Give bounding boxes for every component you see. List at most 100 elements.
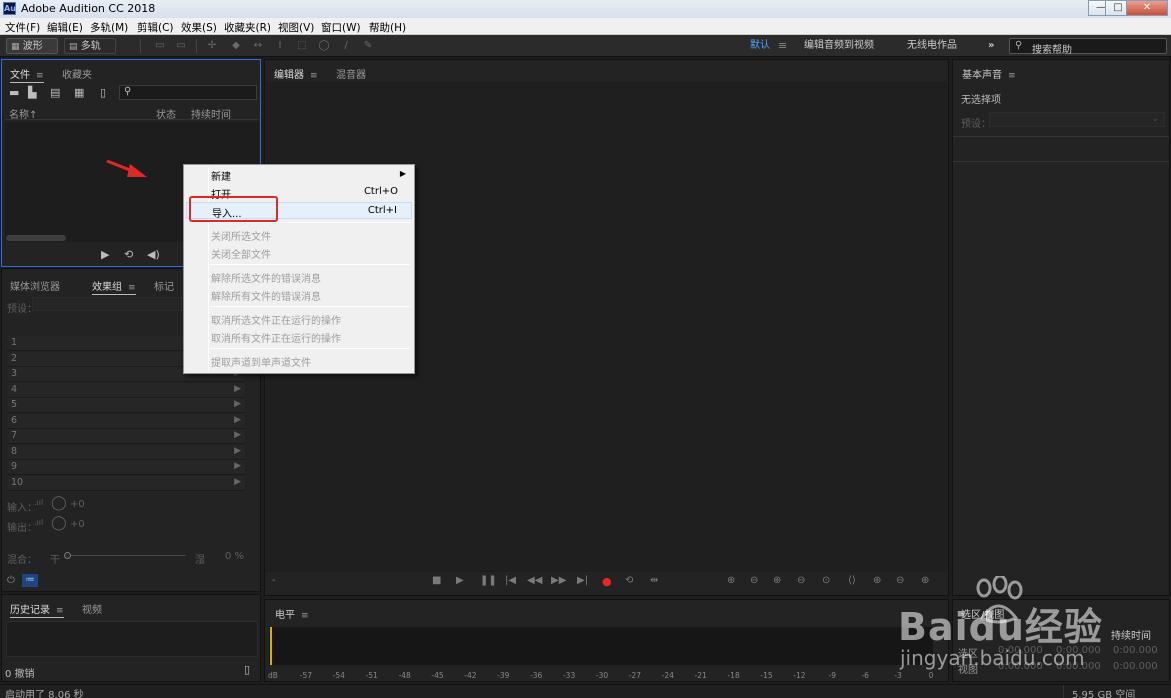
level-tick: -30 xyxy=(595,671,609,680)
rack-slot-8[interactable]: 8 ▶ xyxy=(7,444,245,460)
stop-icon[interactable]: ■ xyxy=(432,575,441,586)
rack-list-toggle-icon[interactable]: ≔ xyxy=(22,574,38,587)
import-file-icon[interactable]: ▙ xyxy=(28,87,36,99)
input-gain-value: +0 xyxy=(70,499,85,510)
auto-play-icon[interactable]: ◀) xyxy=(147,249,160,261)
view-start[interactable]: 0:00.000 xyxy=(998,661,1043,672)
zoom-playhead-icon[interactable]: ⊙ xyxy=(822,575,830,586)
tab-levels[interactable]: 电平 ≡ xyxy=(275,606,309,621)
sound-preset-label: 预设： xyxy=(961,119,991,130)
new-file-icon[interactable]: ▤ xyxy=(50,87,60,99)
time-display: - xyxy=(272,575,276,586)
menu-item-new[interactable]: 新建 ▶ xyxy=(186,166,412,183)
play-icon[interactable]: ▶ xyxy=(456,575,464,586)
tab-markers[interactable]: 标记 xyxy=(154,278,174,293)
waveform-view-button[interactable]: ▦ 波形 xyxy=(6,38,58,54)
rack-slot-9[interactable]: 9 ▶ xyxy=(7,460,245,475)
workspace-default[interactable]: 默认 xyxy=(750,38,770,54)
level-tick: -51 xyxy=(365,671,378,680)
tab-history[interactable]: 历史记录 ≡ xyxy=(10,601,64,618)
rack-slot-7[interactable]: 7 ▶ xyxy=(7,429,245,444)
history-list[interactable] xyxy=(6,621,258,657)
zoom-out-time-icon[interactable]: ⊖ xyxy=(797,575,805,586)
spectral-frequency-icon[interactable]: ▭ xyxy=(154,40,166,52)
zoom-right-edge-icon[interactable]: ⊕ xyxy=(921,575,929,586)
skip-selection-icon[interactable]: ⇹ xyxy=(650,575,658,586)
tab-mixer[interactable]: 混音器 xyxy=(336,66,366,81)
rack-slot-10[interactable]: 10 ▶ xyxy=(7,475,245,491)
loop-playback-icon[interactable]: ⟲ xyxy=(625,575,633,586)
workspace-menu-icon[interactable]: ≡ xyxy=(778,38,787,54)
view-duration[interactable]: 0:00.000 xyxy=(1113,661,1158,672)
column-status[interactable]: 状态 xyxy=(156,106,176,121)
rack-slot-4[interactable]: 4 ▶ xyxy=(7,382,245,398)
more-workspaces-button[interactable]: » xyxy=(988,38,994,54)
menu-multitrack[interactable]: 多轨(M) xyxy=(90,20,128,35)
input-gain-knob[interactable]: ◯ xyxy=(51,495,67,511)
spectral-pitch-icon[interactable]: ▭ xyxy=(175,40,187,52)
tab-video[interactable]: 视频 xyxy=(82,601,102,616)
loop-preview-icon[interactable]: ⟲ xyxy=(124,249,133,261)
tab-favorites[interactable]: 收藏夹 xyxy=(62,66,92,81)
close-icon[interactable]: ✕ xyxy=(1126,0,1168,16)
files-filter-input[interactable]: ⚲ xyxy=(119,85,257,100)
menu-clip[interactable]: 剪辑(C) xyxy=(137,20,174,35)
column-duration[interactable]: 持续时间 xyxy=(191,106,231,121)
menu-help[interactable]: 帮助(H) xyxy=(369,20,406,35)
record-icon[interactable]: ● xyxy=(602,575,612,588)
marquee-tool-icon[interactable]: ⬚ xyxy=(296,40,308,52)
menu-edit[interactable]: 编辑(E) xyxy=(47,20,83,35)
zoom-out-full-icon[interactable]: ⟨⟩ xyxy=(848,575,856,586)
tab-files[interactable]: 文件 ≡ xyxy=(10,66,44,83)
play-preview-icon[interactable]: ▶ xyxy=(101,249,109,261)
workspace-radio-production[interactable]: 无线电作品 xyxy=(907,38,957,54)
menu-view[interactable]: 视图(V) xyxy=(278,20,314,35)
trash-icon: ▯ xyxy=(100,86,107,99)
preset-dropdown[interactable] xyxy=(32,297,182,311)
view-end[interactable]: 0:00.000 xyxy=(1056,661,1101,672)
column-name[interactable]: 名称↑ xyxy=(9,106,37,121)
skip-to-end-icon[interactable]: ▶| xyxy=(577,575,588,586)
sound-preset-dropdown[interactable]: ⌄ xyxy=(989,112,1165,127)
brush-tool-icon[interactable]: / xyxy=(340,40,352,52)
tab-effects-rack[interactable]: 效果组 ≡ xyxy=(92,278,136,295)
levels-panel: 电平 ≡ xyxy=(264,599,949,682)
rack-slot-6[interactable]: 6 ▶ xyxy=(7,413,245,429)
time-selection-tool-icon[interactable]: I xyxy=(274,40,286,52)
zoom-in-amplitude-icon[interactable]: ⊕ xyxy=(727,575,735,586)
selection-end[interactable]: 0:00.000 xyxy=(1056,645,1101,656)
move-tool-icon[interactable]: ✢ xyxy=(206,40,218,52)
zoom-selection-icon[interactable]: ⊕ xyxy=(873,575,881,586)
tab-essential-sound[interactable]: 基本声音 ≡ xyxy=(962,66,1016,82)
workspace-edit-audio-to-video[interactable]: 编辑音频到视频 xyxy=(804,38,874,54)
fast-forward-icon[interactable]: ▶▶ xyxy=(551,575,566,586)
zoom-in-time-icon[interactable]: ⊕ xyxy=(773,575,781,586)
output-gain-knob[interactable]: ◯ xyxy=(51,515,67,531)
menu-window[interactable]: 窗口(W) xyxy=(321,20,361,35)
lasso-tool-icon[interactable]: ◯ xyxy=(318,40,330,52)
tab-media-browser[interactable]: 媒体浏览器 xyxy=(10,278,60,293)
menu-effects[interactable]: 效果(S) xyxy=(181,20,217,35)
tab-editor[interactable]: 编辑器 ≡ xyxy=(274,66,318,83)
selection-duration[interactable]: 0:00.000 xyxy=(1113,645,1158,656)
open-folder-icon[interactable]: ▬ xyxy=(9,87,19,99)
selection-start[interactable]: 0:00.000 xyxy=(998,645,1043,656)
files-scrollbar[interactable] xyxy=(6,235,66,241)
help-search-input[interactable]: ⚲ 搜索帮助 xyxy=(1009,38,1167,56)
zoom-left-edge-icon[interactable]: ⊖ xyxy=(896,575,904,586)
menu-favorites[interactable]: 收藏夹(R) xyxy=(224,20,271,35)
menu-file[interactable]: 文件(F) xyxy=(5,20,40,35)
spot-healing-tool-icon[interactable]: ✎ xyxy=(362,40,374,52)
selection-view-panel: 选区/视图 持续时间 选区 0:00.000 0:00.000 0:00.000… xyxy=(952,599,1170,682)
rewind-icon[interactable]: ◀◀ xyxy=(527,575,542,586)
zoom-out-amplitude-icon[interactable]: ⊖ xyxy=(750,575,758,586)
power-toggle-icon[interactable]: ⏻ xyxy=(7,575,15,587)
selection-row-label: 选区 xyxy=(958,649,978,660)
pause-icon[interactable]: ❚❚ xyxy=(480,575,497,586)
razor-tool-icon[interactable]: ◆ xyxy=(230,40,242,52)
skip-to-start-icon[interactable]: |◀ xyxy=(505,575,516,586)
slip-tool-icon[interactable]: ↔ xyxy=(252,40,264,52)
multitrack-view-button[interactable]: ▤ 多轨 xyxy=(64,38,116,54)
mix-slider[interactable] xyxy=(64,552,186,560)
rack-slot-5[interactable]: 5 ▶ xyxy=(7,398,245,413)
